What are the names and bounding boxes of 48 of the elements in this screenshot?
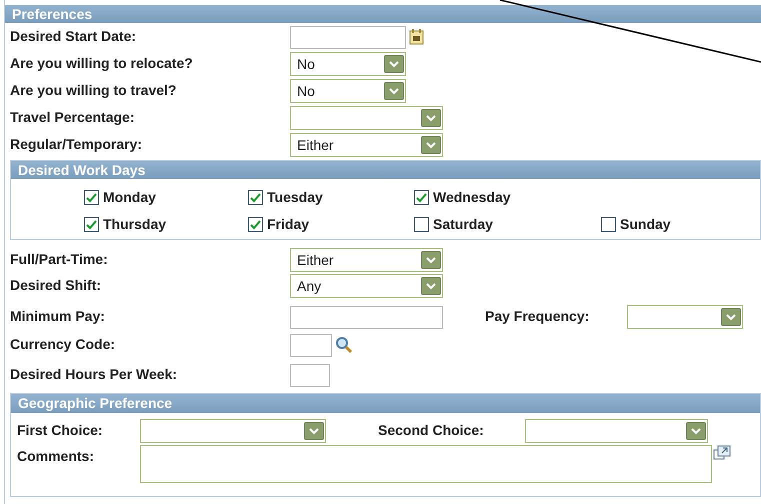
dropdown[interactable]: Either — [290, 248, 443, 272]
field-label: Desired Hours Per Week: — [10, 366, 178, 382]
dropdown[interactable] — [140, 419, 326, 443]
field-label: Minimum Pay: — [10, 308, 105, 324]
section-header: Geographic Preference — [11, 394, 760, 413]
field-label: Are you willing to relocate? — [10, 55, 193, 71]
field-label: Desired Start Date: — [10, 28, 136, 44]
code-field[interactable] — [290, 334, 332, 356]
calendar-icon[interactable] — [409, 29, 424, 45]
dropdown[interactable]: Either — [290, 133, 443, 157]
field-label: Sunday — [620, 215, 671, 234]
dropdown[interactable]: No — [290, 79, 406, 103]
field-label: Are you willing to travel? — [10, 82, 176, 98]
text-field[interactable] — [290, 306, 443, 328]
checkbox[interactable] — [84, 190, 99, 205]
field-label: Currency Code: — [10, 336, 116, 352]
checkbox[interactable] — [248, 190, 263, 205]
section-header: Preferences — [5, 5, 761, 23]
checkbox[interactable] — [601, 217, 616, 232]
field-label: First Choice: — [17, 422, 103, 438]
checkbox[interactable] — [84, 217, 99, 232]
field-label: Tuesday — [267, 188, 323, 207]
field-label: Comments: — [17, 448, 94, 464]
field-label: Travel Percentage: — [10, 109, 135, 125]
field-label: Desired Shift: — [10, 277, 102, 293]
field-label: Regular/Temporary: — [10, 136, 142, 152]
field-label: Thursday — [103, 215, 166, 234]
dropdown[interactable] — [627, 305, 743, 329]
expand-icon[interactable] — [713, 445, 731, 460]
field-label: Pay Frequency: — [485, 308, 590, 324]
dropdown[interactable] — [290, 106, 443, 130]
dropdown[interactable]: No — [290, 52, 406, 76]
field-label: Saturday — [433, 215, 493, 234]
field-label: Friday — [267, 215, 310, 234]
field-label: Second Choice: — [378, 422, 484, 438]
field-label: Monday — [103, 188, 156, 207]
field-label: Full/Part-Time: — [10, 251, 108, 267]
dropdown[interactable]: Any — [290, 274, 443, 298]
text-field[interactable] — [290, 364, 330, 386]
checkbox[interactable] — [414, 190, 429, 205]
date-field[interactable] — [290, 26, 406, 48]
dropdown[interactable] — [525, 419, 708, 443]
comments-field[interactable] — [140, 445, 712, 483]
checkbox[interactable] — [248, 217, 263, 232]
section-header: Desired Work Days — [11, 161, 760, 179]
search-icon[interactable] — [335, 336, 353, 354]
checkbox[interactable] — [414, 217, 429, 232]
field-label: Wednesday — [433, 188, 511, 207]
